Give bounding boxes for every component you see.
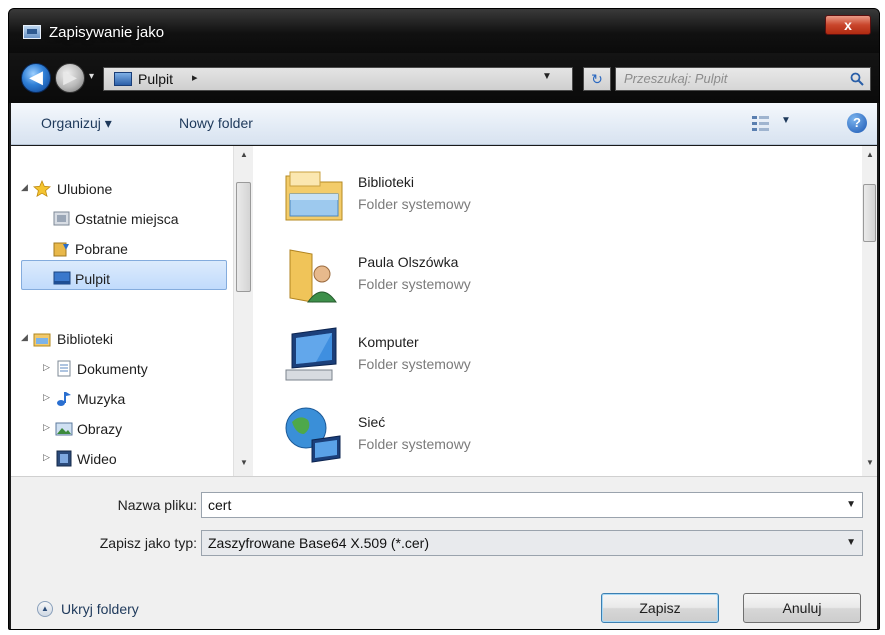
nav-item-desktop[interactable]: Pulpit	[11, 266, 231, 292]
music-icon	[57, 392, 71, 406]
organize-button[interactable]: Organizuj ▾	[41, 115, 112, 132]
file-name: Komputer	[358, 334, 419, 350]
search-icon[interactable]	[850, 72, 864, 86]
star-icon	[33, 180, 51, 197]
hide-folders-label: Ukryj foldery	[61, 601, 139, 617]
nav-label-downloads: Pobrane	[75, 241, 128, 257]
scroll-down-icon[interactable]: ▼	[240, 458, 248, 467]
filename-field[interactable]: cert ▼	[201, 492, 863, 518]
list-item[interactable]: Paula Olszówka Folder systemowy	[282, 238, 842, 314]
close-button[interactable]: x	[825, 15, 871, 35]
file-name: Biblioteki	[358, 174, 415, 190]
save-button[interactable]: Zapisz	[601, 593, 719, 623]
expand-arrow-icon[interactable]: ▷	[43, 362, 50, 373]
save-form: Nazwa pliku: cert ▼ Zapisz jako typ: Zas…	[11, 476, 877, 629]
file-list: Biblioteki Folder systemowy Paula Olszów…	[254, 146, 862, 476]
title-bar[interactable]: Zapisywanie jako x	[9, 9, 879, 53]
nav-label-favorites: Ulubione	[57, 181, 113, 197]
view-dropdown-icon[interactable]: ▼	[781, 115, 791, 126]
desktop-icon	[53, 271, 71, 285]
file-name: Sieć	[358, 414, 386, 430]
scroll-up-icon[interactable]: ▲	[866, 150, 874, 159]
downloads-icon	[53, 242, 69, 257]
nav-item-pictures[interactable]: ▷ Obrazy	[11, 416, 231, 442]
list-item[interactable]: Biblioteki Folder systemowy	[282, 158, 842, 234]
file-list-scrollbar[interactable]: ▲ ▼	[862, 146, 877, 476]
back-button[interactable]: ◀	[21, 63, 51, 93]
file-type: Folder systemowy	[358, 356, 471, 372]
file-name: Paula Olszówka	[358, 254, 459, 270]
new-folder-button[interactable]: Nowy folder	[179, 115, 253, 131]
nav-label-recent: Ostatnie miejsca	[75, 211, 179, 227]
nav-item-downloads[interactable]: Pobrane	[11, 236, 231, 262]
nav-item-libraries[interactable]: ◢ Biblioteki	[11, 326, 231, 352]
pictures-icon	[55, 422, 73, 436]
breadcrumb-chevron-icon[interactable]: ▸	[192, 71, 198, 84]
refresh-button[interactable]: ↻	[583, 67, 611, 91]
recent-places-icon	[53, 211, 70, 226]
scroll-down-icon[interactable]: ▼	[866, 458, 874, 467]
list-item[interactable]: Sieć Folder systemowy	[282, 398, 842, 474]
address-bar[interactable]: Pulpit ▸ ▼	[103, 67, 573, 91]
nav-item-favorites[interactable]: ◢ Ulubione	[11, 176, 231, 202]
filetype-value: Zaszyfrowane Base64 X.509 (*.cer)	[208, 535, 429, 551]
desktop-icon	[114, 72, 132, 86]
window-title: Zapisywanie jako	[49, 24, 165, 41]
nav-label-desktop: Pulpit	[75, 271, 111, 287]
address-dropdown-icon[interactable]: ▼	[542, 71, 552, 82]
filename-dropdown-icon[interactable]: ▼	[846, 499, 856, 510]
forward-button[interactable]: ▶	[55, 63, 85, 93]
nav-item-documents[interactable]: ▷ Dokumenty	[11, 356, 231, 382]
search-input[interactable]: Przeszukaj: Pulpit	[624, 71, 727, 86]
nav-item-videos[interactable]: ▷ Wideo	[11, 446, 231, 472]
history-dropdown-icon[interactable]: ▾	[89, 71, 94, 82]
nav-label-documents: Dokumenty	[77, 361, 148, 377]
expand-arrow-icon[interactable]: ▷	[43, 392, 50, 403]
filetype-select[interactable]: Zaszyfrowane Base64 X.509 (*.cer) ▼	[201, 530, 863, 556]
file-type: Folder systemowy	[358, 196, 471, 212]
breadcrumb-desktop[interactable]: Pulpit	[138, 71, 173, 87]
search-box[interactable]: Przeszukaj: Pulpit	[615, 67, 871, 91]
documents-icon	[57, 360, 71, 377]
collapse-arrow-icon[interactable]: ◢	[21, 182, 28, 193]
main-content: ◢ Ulubione Ostatnie miejsca Pobrane Pulp…	[11, 146, 877, 476]
chevron-up-icon: ▲	[37, 601, 53, 617]
videos-icon	[56, 450, 72, 467]
file-type: Folder systemowy	[358, 436, 471, 452]
address-row: ◀ ▶ ▾ Pulpit ▸ ▼ ↻ Przeszukaj: Pulpit	[9, 53, 879, 103]
view-options-icon[interactable]	[751, 114, 771, 132]
nav-item-recent-places[interactable]: Ostatnie miejsca	[11, 206, 231, 232]
computer-icon	[285, 327, 337, 381]
help-button[interactable]: ?	[847, 113, 867, 133]
list-item[interactable]: Komputer Folder systemowy	[282, 318, 842, 394]
nav-label-videos: Wideo	[77, 451, 117, 467]
filename-label: Nazwa pliku:	[117, 497, 197, 513]
save-as-dialog: Zapisywanie jako x ◀ ▶ ▾ Pulpit ▸ ▼ ↻ Pr…	[8, 8, 880, 630]
expand-arrow-icon[interactable]: ▷	[43, 422, 50, 433]
libraries-icon	[33, 333, 51, 347]
filename-value: cert	[208, 497, 232, 513]
nav-label-pictures: Obrazy	[77, 421, 123, 437]
expand-arrow-icon[interactable]: ▷	[43, 452, 50, 463]
network-icon	[285, 407, 341, 463]
collapse-arrow-icon[interactable]: ◢	[21, 332, 28, 343]
nav-scrollbar[interactable]: ▲ ▼	[233, 146, 253, 476]
file-type: Folder systemowy	[358, 276, 471, 292]
nav-item-music[interactable]: ▷ Muzyka	[11, 386, 231, 412]
filetype-label: Zapisz jako typ:	[99, 535, 197, 551]
window-icon	[23, 25, 41, 39]
scrollbar-thumb[interactable]	[236, 182, 251, 292]
scroll-up-icon[interactable]: ▲	[240, 150, 248, 159]
nav-label-libraries: Biblioteki	[57, 331, 114, 347]
nav-label-music: Muzyka	[77, 391, 126, 407]
navigation-pane: ◢ Ulubione Ostatnie miejsca Pobrane Pulp…	[11, 146, 233, 476]
cancel-button[interactable]: Anuluj	[743, 593, 861, 623]
filetype-dropdown-icon[interactable]: ▼	[846, 537, 856, 548]
command-toolbar: Organizuj ▾ Nowy folder ▼ ?	[11, 103, 877, 145]
libraries-folder-icon	[285, 171, 343, 221]
user-folder-icon	[289, 249, 337, 303]
scrollbar-thumb[interactable]	[863, 184, 876, 242]
